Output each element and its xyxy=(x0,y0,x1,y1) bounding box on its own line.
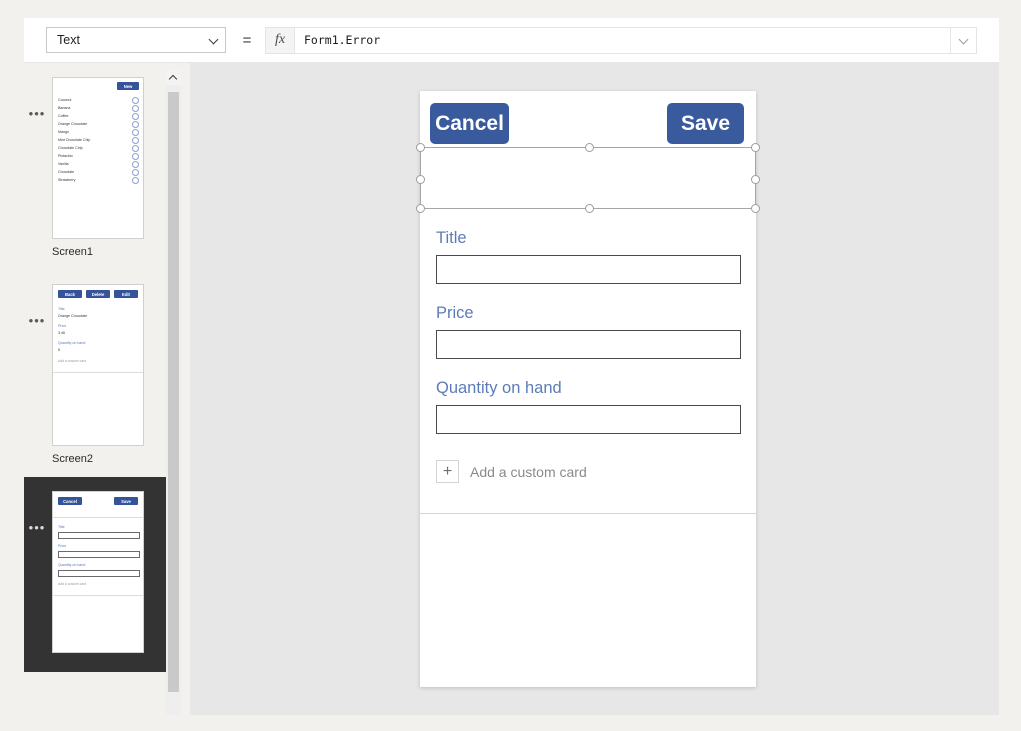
chevron-up-icon[interactable] xyxy=(166,70,181,85)
mini-list-item: Mint Chocolate Chip xyxy=(58,138,91,142)
mini-list-item: Coconut xyxy=(58,98,72,102)
field-input-price[interactable] xyxy=(436,330,741,359)
formula-bar: Text = fx Form1.Error xyxy=(24,18,999,63)
screen-label-3 xyxy=(52,660,170,672)
chevron-right-icon xyxy=(132,177,139,184)
screen-context-menu-2[interactable]: ••• xyxy=(28,314,46,327)
mini-new-button: New xyxy=(117,82,139,90)
form-area: Title Price Quantity on hand + Add a cus… xyxy=(420,209,756,514)
phone-preview: Cancel Save Title Price Quantity on hand xyxy=(416,91,760,687)
mini-list-item: Chocolate xyxy=(58,170,75,174)
phone-header: Cancel Save xyxy=(420,91,756,147)
screen-row-1[interactable]: ••• New Coconut Banana Coffee Orange Cho… xyxy=(24,63,170,270)
field-label-price: Price xyxy=(436,304,474,322)
cancel-button[interactable]: Cancel xyxy=(430,103,509,144)
chevron-right-icon xyxy=(132,145,139,152)
chevron-right-icon xyxy=(132,129,139,136)
mini-field-label: Title xyxy=(58,525,65,529)
chevron-right-icon xyxy=(132,121,139,128)
mini-add-card-label: Add a custom card xyxy=(58,359,87,363)
field-input-title[interactable] xyxy=(436,255,741,284)
mini-field-label: Quantity on hand xyxy=(58,341,86,345)
bottom-strip xyxy=(0,715,1021,731)
add-custom-card[interactable]: + Add a custom card xyxy=(436,460,740,483)
mini-edit-button: Edit xyxy=(114,290,138,298)
mini-field-label: Price xyxy=(58,324,67,328)
field-label-quantity: Quantity on hand xyxy=(436,379,562,397)
screen-row-3[interactable]: ••• Cancel Save Title Price Quantity on … xyxy=(24,477,170,672)
formula-expand-button[interactable] xyxy=(951,26,977,54)
chevron-right-icon xyxy=(132,161,139,168)
save-button[interactable]: Save xyxy=(667,103,744,144)
rail-scrollbar[interactable] xyxy=(166,70,181,715)
mini-cancel-button: Cancel xyxy=(58,497,82,505)
resize-handle-top-center[interactable] xyxy=(585,143,594,152)
mini-list-item: Chocolate Chip xyxy=(58,146,83,150)
screen-thumbnail-rail[interactable]: ••• New Coconut Banana Coffee Orange Cho… xyxy=(24,63,170,715)
property-select-value: Text xyxy=(57,33,80,47)
chevron-right-icon xyxy=(132,169,139,176)
mini-list-item: Vanilla xyxy=(58,162,69,166)
mini-field-input xyxy=(58,532,140,539)
phone-footer xyxy=(420,515,756,687)
screen-label-1: Screen1 xyxy=(52,246,93,258)
mini-add-card-label: Add a custom card xyxy=(58,582,87,586)
selected-element-frame[interactable] xyxy=(416,143,760,213)
mini-list-item: Banana xyxy=(58,106,71,110)
chevron-right-icon xyxy=(132,113,139,120)
mini-delete-button: Delete xyxy=(86,290,110,298)
mini-field-label: Price xyxy=(58,544,67,548)
resize-handle-top-left[interactable] xyxy=(416,143,425,152)
screen-context-menu-1[interactable]: ••• xyxy=(28,107,46,120)
scrollbar-thumb[interactable] xyxy=(168,92,179,692)
resize-handle-top-right[interactable] xyxy=(751,143,760,152)
divider xyxy=(53,595,143,596)
mini-list-item: Orange Chocolate xyxy=(58,122,88,126)
chevron-right-icon xyxy=(132,153,139,160)
mini-field-label: Title xyxy=(58,307,65,311)
resize-handle-middle-right[interactable] xyxy=(751,175,760,184)
screen-label-2: Screen2 xyxy=(52,453,93,465)
mini-list-item: Pistachio xyxy=(58,154,73,158)
mini-field-input xyxy=(58,570,140,577)
design-canvas[interactable]: Cancel Save Title Price Quantity on hand xyxy=(190,63,999,715)
arrow-up-glyph xyxy=(170,74,177,81)
screen-row-2[interactable]: ••• Back Delete Edit Title Orange Chocol… xyxy=(24,270,170,477)
divider xyxy=(53,517,143,518)
mini-list-item: Strawberry xyxy=(58,178,76,182)
resize-handle-middle-left[interactable] xyxy=(416,175,425,184)
add-custom-card-label: Add a custom card xyxy=(470,463,587,480)
screen-thumbnail-3[interactable]: Cancel Save Title Price Quantity on hand… xyxy=(52,491,144,653)
mini-field-input xyxy=(58,551,140,558)
mini-list-item: Mango xyxy=(58,130,69,134)
field-label-title: Title xyxy=(436,229,467,247)
mini-field-label: Quantity on hand xyxy=(58,563,86,567)
chevron-down-icon xyxy=(959,35,969,45)
screen-context-menu-3[interactable]: ••• xyxy=(28,521,46,534)
equals-sign: = xyxy=(242,31,252,49)
plus-icon[interactable]: + xyxy=(436,460,459,483)
chevron-down-icon xyxy=(209,35,219,45)
app-root: Text = fx Form1.Error ••• New Coconut Ba… xyxy=(0,0,1021,731)
mini-save-button: Save xyxy=(114,497,138,505)
formula-input[interactable]: Form1.Error xyxy=(295,26,951,54)
chevron-right-icon xyxy=(132,137,139,144)
screen-thumbnail-2[interactable]: Back Delete Edit Title Orange Chocolate … xyxy=(52,284,144,446)
chevron-right-icon xyxy=(132,97,139,104)
chevron-right-icon xyxy=(132,105,139,112)
mini-field-value: 3.46 xyxy=(58,331,65,335)
divider xyxy=(53,372,143,373)
fx-icon[interactable]: fx xyxy=(265,26,295,54)
mini-back-button: Back xyxy=(58,290,82,298)
mini-field-value: Orange Chocolate xyxy=(58,314,88,318)
field-input-quantity[interactable] xyxy=(436,405,741,434)
mini-field-value: 5 xyxy=(58,348,60,352)
screen-thumbnail-1[interactable]: New Coconut Banana Coffee Orange Chocola… xyxy=(52,77,144,239)
property-select[interactable]: Text xyxy=(46,27,226,53)
mini-list-item: Coffee xyxy=(58,114,69,118)
